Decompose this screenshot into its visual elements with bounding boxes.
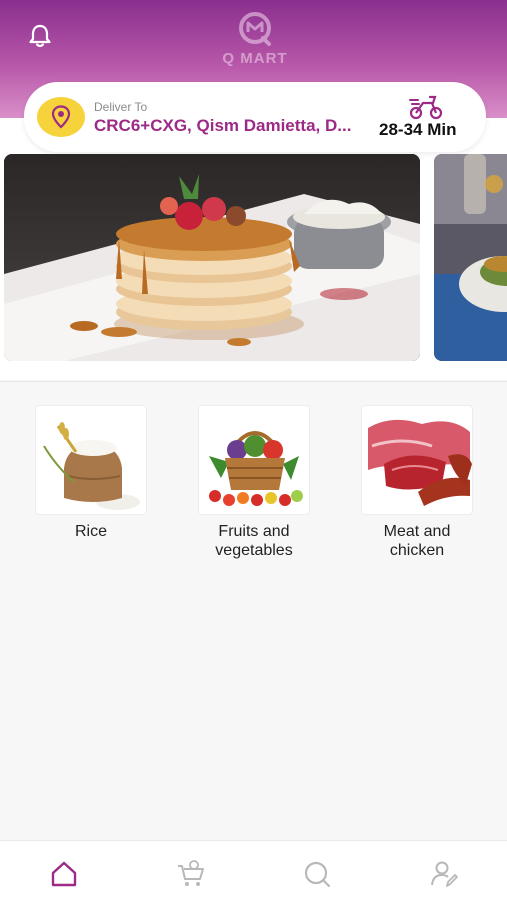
raw-meat-image — [361, 405, 473, 515]
delivery-scooter-icon — [408, 94, 444, 120]
delivery-address-card[interactable]: Deliver To CRC6+CXG, Qism Damietta, D...… — [24, 82, 486, 152]
search-icon[interactable] — [302, 859, 332, 889]
bottom-navigation — [0, 840, 507, 900]
q-logo-icon — [233, 10, 277, 48]
home-icon[interactable] — [49, 859, 79, 889]
fruit-basket-image — [198, 405, 310, 515]
category-label: Fruits and vegetables — [215, 523, 293, 559]
category-label: Meat and chicken — [383, 523, 451, 559]
cart-icon[interactable] — [176, 859, 206, 889]
category-fruits-and-vegetables[interactable]: Fruits and vegetables — [198, 405, 310, 560]
deliver-to-label: Deliver To — [94, 100, 148, 114]
rice-sack-image — [35, 405, 147, 515]
pancakes-banner[interactable] — [4, 154, 420, 361]
section-divider — [0, 381, 507, 382]
category-meat-and-chicken[interactable]: Meat and chicken — [361, 405, 473, 560]
profile-edit-icon[interactable] — [429, 859, 459, 889]
location-pin-icon — [37, 97, 85, 137]
delivery-eta: 28-34 Min — [379, 120, 457, 139]
delivery-address[interactable]: CRC6+CXG, Qism Damietta, D... — [94, 116, 374, 136]
food-plate-banner[interactable] — [434, 154, 507, 361]
bell-icon[interactable] — [26, 22, 54, 50]
category-rice[interactable]: Rice — [35, 405, 147, 541]
brand-logo: Q MART — [205, 10, 305, 70]
brand-name: Q MART — [222, 50, 288, 67]
category-label: Rice — [74, 523, 107, 540]
